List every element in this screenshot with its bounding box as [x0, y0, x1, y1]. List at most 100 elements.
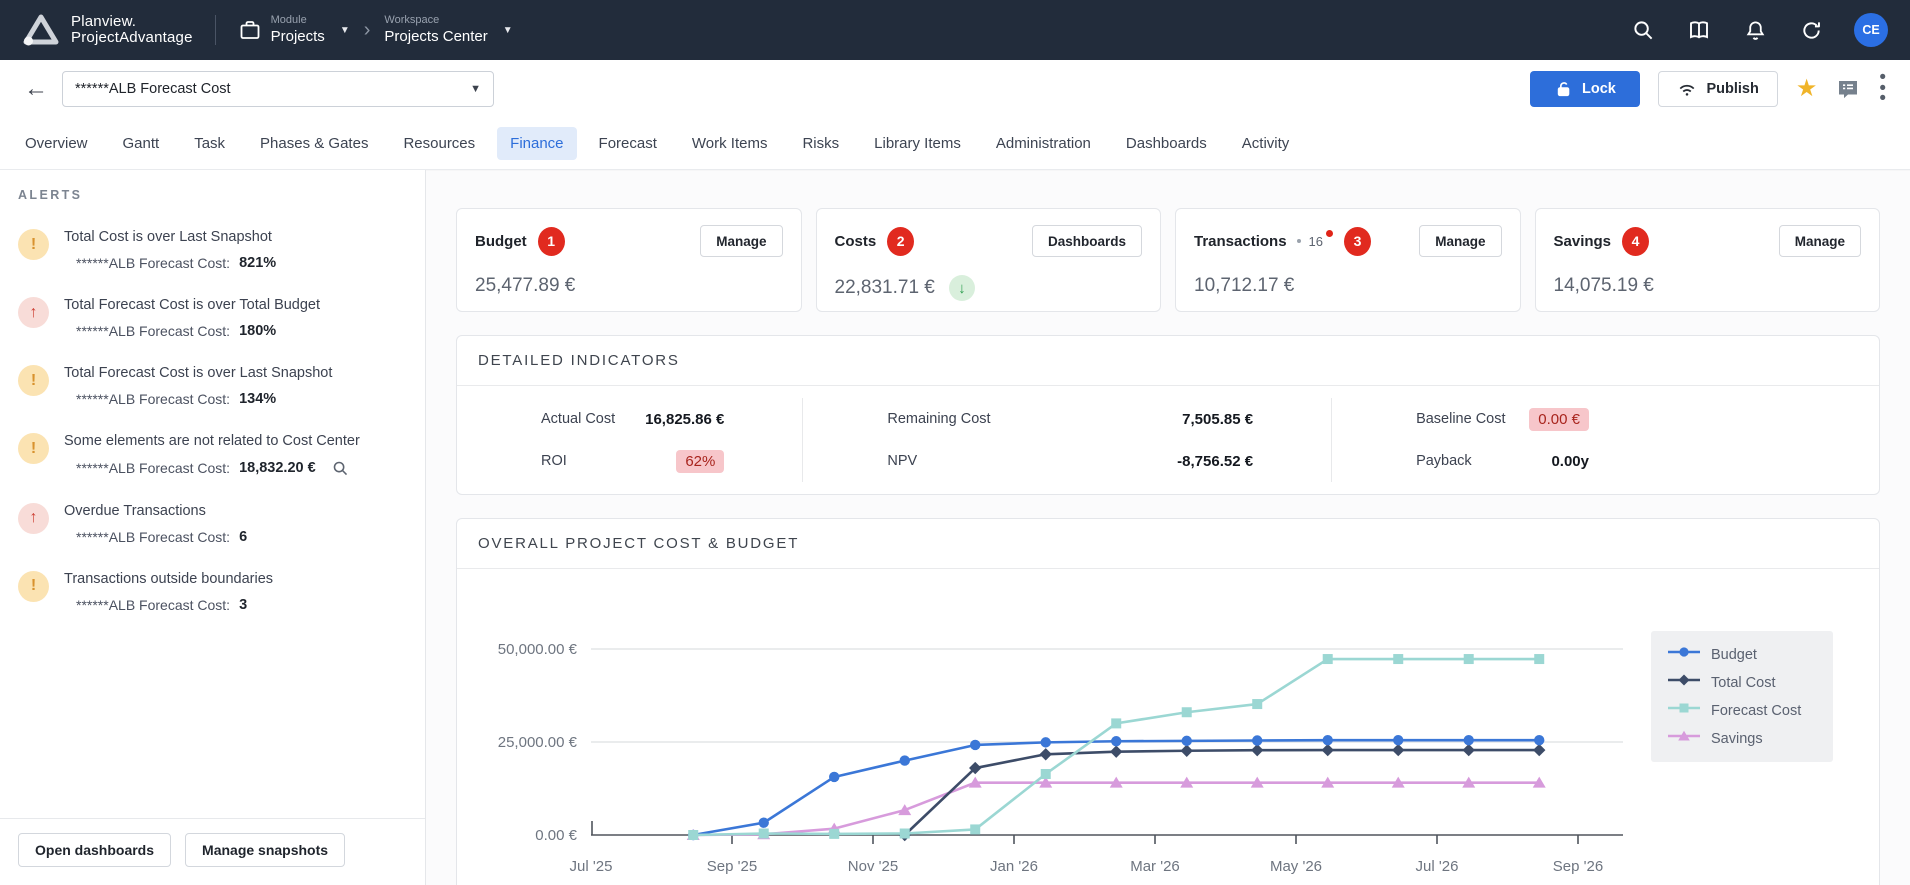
separator-dot-icon — [1297, 239, 1301, 243]
svg-text:Jan '26: Jan '26 — [990, 858, 1038, 875]
indicator-payback: Payback0.00y — [1332, 440, 1879, 482]
module-label: Module — [271, 14, 325, 28]
tab-work-items[interactable]: Work Items — [679, 127, 781, 160]
alert-project-label: ******ALB Forecast Cost: — [76, 255, 230, 271]
lock-button[interactable]: Lock — [1530, 71, 1640, 107]
indicators-panel-title: DETAILED INDICATORS — [457, 336, 1879, 386]
indicator-value: 62% — [676, 450, 724, 473]
alert-item: !Some elements are not related to Cost C… — [18, 432, 405, 476]
alert-value: 18,832.20 € — [239, 460, 316, 476]
alert-value: 3 — [239, 597, 247, 613]
card-value: 22,831.71 € — [835, 277, 935, 299]
tab-gantt[interactable]: Gantt — [110, 127, 173, 160]
project-name: ******ALB Forecast Cost — [75, 81, 231, 97]
tab-administration[interactable]: Administration — [983, 127, 1104, 160]
card-title: Costs — [835, 233, 877, 250]
module-value: Projects — [271, 28, 325, 47]
planview-logo-icon — [22, 13, 60, 47]
chevron-down-icon: ▼ — [470, 83, 481, 95]
card-header: Costs 2 Dashboards — [835, 225, 1143, 257]
publish-button[interactable]: Publish — [1658, 71, 1777, 107]
indicator-value: 16,825.86 € — [645, 411, 724, 428]
card-title: Savings — [1554, 233, 1612, 250]
sidebar-footer: Open dashboards Manage snapshots — [0, 818, 425, 885]
svg-text:Nov '25: Nov '25 — [848, 858, 898, 875]
svg-text:0.00 €: 0.00 € — [535, 827, 577, 844]
comments-feed-icon[interactable] — [1835, 76, 1861, 102]
alert-value: 821% — [239, 255, 276, 271]
open-dashboards-button[interactable]: Open dashboards — [18, 833, 171, 867]
tab-dashboards[interactable]: Dashboards — [1113, 127, 1220, 160]
tab-phases-gates[interactable]: Phases & Gates — [247, 127, 381, 160]
tab-resources[interactable]: Resources — [390, 127, 488, 160]
warning-icon: ! — [18, 229, 49, 260]
unlock-icon — [1555, 80, 1573, 98]
alert-value: 6 — [239, 529, 247, 545]
alerts-title: ALERTS — [18, 188, 405, 202]
help-book-icon[interactable] — [1686, 17, 1712, 43]
tab-task[interactable]: Task — [181, 127, 238, 160]
card-value: 10,712.17 € — [1194, 275, 1294, 297]
manage-button[interactable]: Manage — [1419, 225, 1501, 257]
alert-project-label: ******ALB Forecast Cost: — [76, 460, 230, 476]
tab-library-items[interactable]: Library Items — [861, 127, 974, 160]
indicator-label: Baseline Cost — [1416, 411, 1505, 427]
indicator-label: Actual Cost — [541, 411, 615, 427]
planview-brand[interactable]: Planview. ProjectAdvantage — [22, 13, 193, 47]
warning-icon: ! — [18, 571, 49, 602]
back-arrow-icon[interactable]: ← — [24, 77, 48, 101]
project-selector[interactable]: ******ALB Forecast Cost ▼ — [62, 71, 494, 107]
tab-forecast[interactable]: Forecast — [586, 127, 670, 160]
indicator-label: ROI — [541, 453, 567, 469]
indicator-value: 7,505.85 € — [1182, 411, 1253, 428]
card-title: Transactions — [1194, 233, 1287, 250]
chart-panel-title: OVERALL PROJECT COST & BUDGET — [457, 519, 1879, 569]
indicator-value: -8,756.52 € — [1177, 453, 1253, 470]
manage-button[interactable]: Manage — [1779, 225, 1861, 257]
more-options-kebab-icon[interactable]: ••• — [1879, 73, 1886, 104]
dashboards-button[interactable]: Dashboards — [1032, 225, 1142, 257]
refresh-icon[interactable] — [1798, 17, 1824, 43]
indicator-label: Payback — [1416, 453, 1472, 469]
search-details-icon[interactable] — [332, 460, 349, 477]
legend-diamond-marker-icon — [1667, 673, 1701, 692]
tab-bar: Overview GanttTask Phases & Gates Resources… — [0, 118, 1910, 170]
indicator-roi: ROI 62% — [457, 440, 803, 482]
search-icon[interactable] — [1630, 17, 1656, 43]
alert-subline: ******ALB Forecast Cost:180% — [76, 323, 320, 339]
svg-text:Jul '26: Jul '26 — [1416, 858, 1459, 875]
manage-button[interactable]: Manage — [700, 225, 782, 257]
alert-subline: ******ALB Forecast Cost: 18,832.20 € — [76, 460, 360, 477]
brand-line2: ProjectAdvantage — [71, 30, 193, 47]
notifications-bell-icon[interactable] — [1742, 17, 1768, 43]
alert-title: Total Forecast Cost is over Last Snapsho… — [64, 364, 332, 382]
indicator-actual-cost: Actual Cost 16,825.86 € — [457, 398, 803, 440]
legend-square-marker-icon — [1667, 701, 1701, 720]
tab-overview[interactable]: Overview — [12, 127, 101, 160]
lock-button-label: Lock — [1582, 81, 1616, 97]
user-avatar[interactable]: CE — [1854, 13, 1888, 47]
workspace-label: Workspace — [384, 14, 487, 28]
workspace-selector[interactable]: Workspace Projects Center ▼ — [384, 14, 512, 47]
legend-label: Savings — [1711, 731, 1763, 747]
card-value-row: 14,075.19 € — [1554, 275, 1862, 297]
alert-number-badge: 1 — [538, 227, 565, 256]
alert-number-badge: 2 — [887, 227, 914, 256]
legend-label: Total Cost — [1711, 675, 1775, 691]
alert-body: Total Forecast Cost is over Last Snapsho… — [64, 364, 332, 407]
legend-triangle-marker-icon — [1667, 729, 1701, 748]
module-selector[interactable]: Module Projects ▼ — [238, 14, 350, 47]
favorite-star-icon[interactable]: ★ — [1796, 77, 1818, 101]
card-title: Budget — [475, 233, 527, 250]
alert-title: Some elements are not related to Cost Ce… — [64, 432, 360, 450]
alert-project-label: ******ALB Forecast Cost: — [76, 597, 230, 613]
breadcrumb-separator-icon: › — [364, 19, 371, 42]
top-navbar: Planview. ProjectAdvantage Module Projec… — [0, 0, 1910, 60]
manage-snapshots-button[interactable]: Manage snapshots — [185, 833, 345, 867]
tab-risks[interactable]: Risks — [789, 127, 852, 160]
tab-finance[interactable]: Finance — [497, 127, 576, 160]
publish-button-label: Publish — [1706, 81, 1758, 97]
alert-project-label: ******ALB Forecast Cost: — [76, 391, 230, 407]
tab-activity[interactable]: Activity — [1229, 127, 1303, 160]
alert-number-badge: 3 — [1344, 227, 1371, 256]
